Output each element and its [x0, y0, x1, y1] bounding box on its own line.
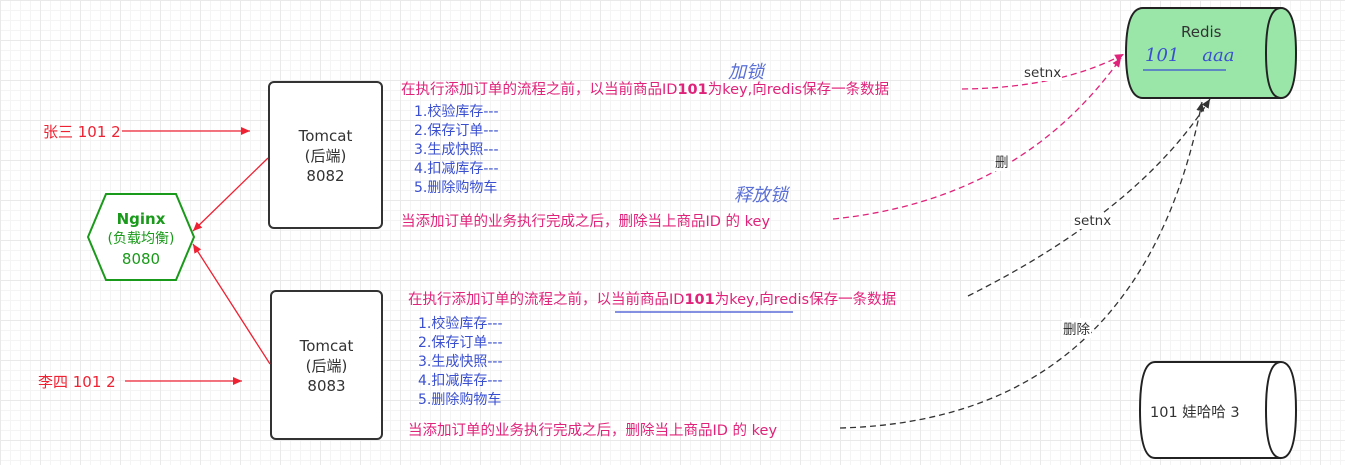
- tomcat1-port: 8082: [306, 167, 345, 185]
- tomcat2-port: 8083: [307, 377, 346, 395]
- flow2-before-text: 在执行添加订单的流程之前，以当前商品ID101为key,向redis保存一条数据: [408, 292, 897, 308]
- flow1-step: 2.保存订单---: [414, 123, 499, 139]
- tomcat1-name: Tomcat: [298, 127, 353, 145]
- flow2-step: 5.删除购物车: [418, 392, 502, 408]
- nginx-node: Nginx (负载均衡) 8080: [88, 209, 194, 269]
- flow1-after-text: 当添加订单的业务执行完成之后，删除当上商品ID 的 key: [401, 214, 771, 230]
- user2-label: 李四 101 2: [38, 373, 116, 391]
- flow2-after-text: 当添加订单的业务执行完成之后，删除当上商品ID 的 key: [408, 423, 778, 439]
- setnx-label-2: setnx: [1073, 213, 1113, 229]
- flow2-step: 1.校验库存---: [418, 316, 503, 332]
- setnx-arrow-2: [967, 98, 1211, 297]
- diagram-canvas: [86, 7, 1298, 459]
- delete-label-1: 删: [994, 151, 1010, 171]
- tomcat2-name: Tomcat: [299, 337, 354, 355]
- flow1-step: 1.校验库存---: [414, 104, 499, 120]
- flow2-steps: 1.校验库存--- 2.保存订单--- 3.生成快照--- 4.扣减库存--- …: [418, 315, 503, 410]
- flow1-steps: 1.校验库存--- 2.保存订单--- 3.生成快照--- 4.扣减库存--- …: [414, 103, 499, 198]
- flow1-before-text: 在执行添加订单的流程之前，以当前商品ID101为key,向redis保存一条数据: [401, 82, 890, 98]
- tomcat-8082-node: Tomcat (后端) 8082: [269, 126, 382, 186]
- flow1-step: 4.扣减库存---: [414, 161, 499, 177]
- tomcat1-role: (后端): [304, 147, 347, 165]
- user1-label: 张三 101 2: [43, 123, 121, 141]
- nginx-port: 8080: [121, 250, 161, 268]
- delete-label-2: 删除: [1062, 318, 1091, 338]
- redis-title: Redis: [1181, 23, 1222, 41]
- flow2-step: 4.扣减库存---: [418, 373, 503, 389]
- setnx-label-1: setnx: [1023, 65, 1063, 81]
- tomcat2-role: (后端): [305, 357, 348, 375]
- tomcat1-to-nginx-arrow: [192, 157, 269, 232]
- redis-entry: 101 aaa: [1145, 45, 1235, 66]
- nginx-role: (负载均衡): [107, 231, 175, 247]
- database-entry: 101 娃哈哈 3: [1150, 405, 1240, 421]
- nginx-name: Nginx: [116, 210, 166, 228]
- tomcat-8083-node: Tomcat (后端) 8083: [271, 336, 382, 396]
- flow2-step: 3.生成快照---: [418, 354, 503, 370]
- unlock-annotation: 释放锁: [734, 185, 788, 206]
- tomcat2-to-nginx-arrow: [192, 243, 271, 365]
- flow1-step: 5.删除购物车: [414, 180, 498, 196]
- flow2-step: 2.保存订单---: [418, 335, 503, 351]
- flow1-step: 3.生成快照---: [414, 142, 499, 158]
